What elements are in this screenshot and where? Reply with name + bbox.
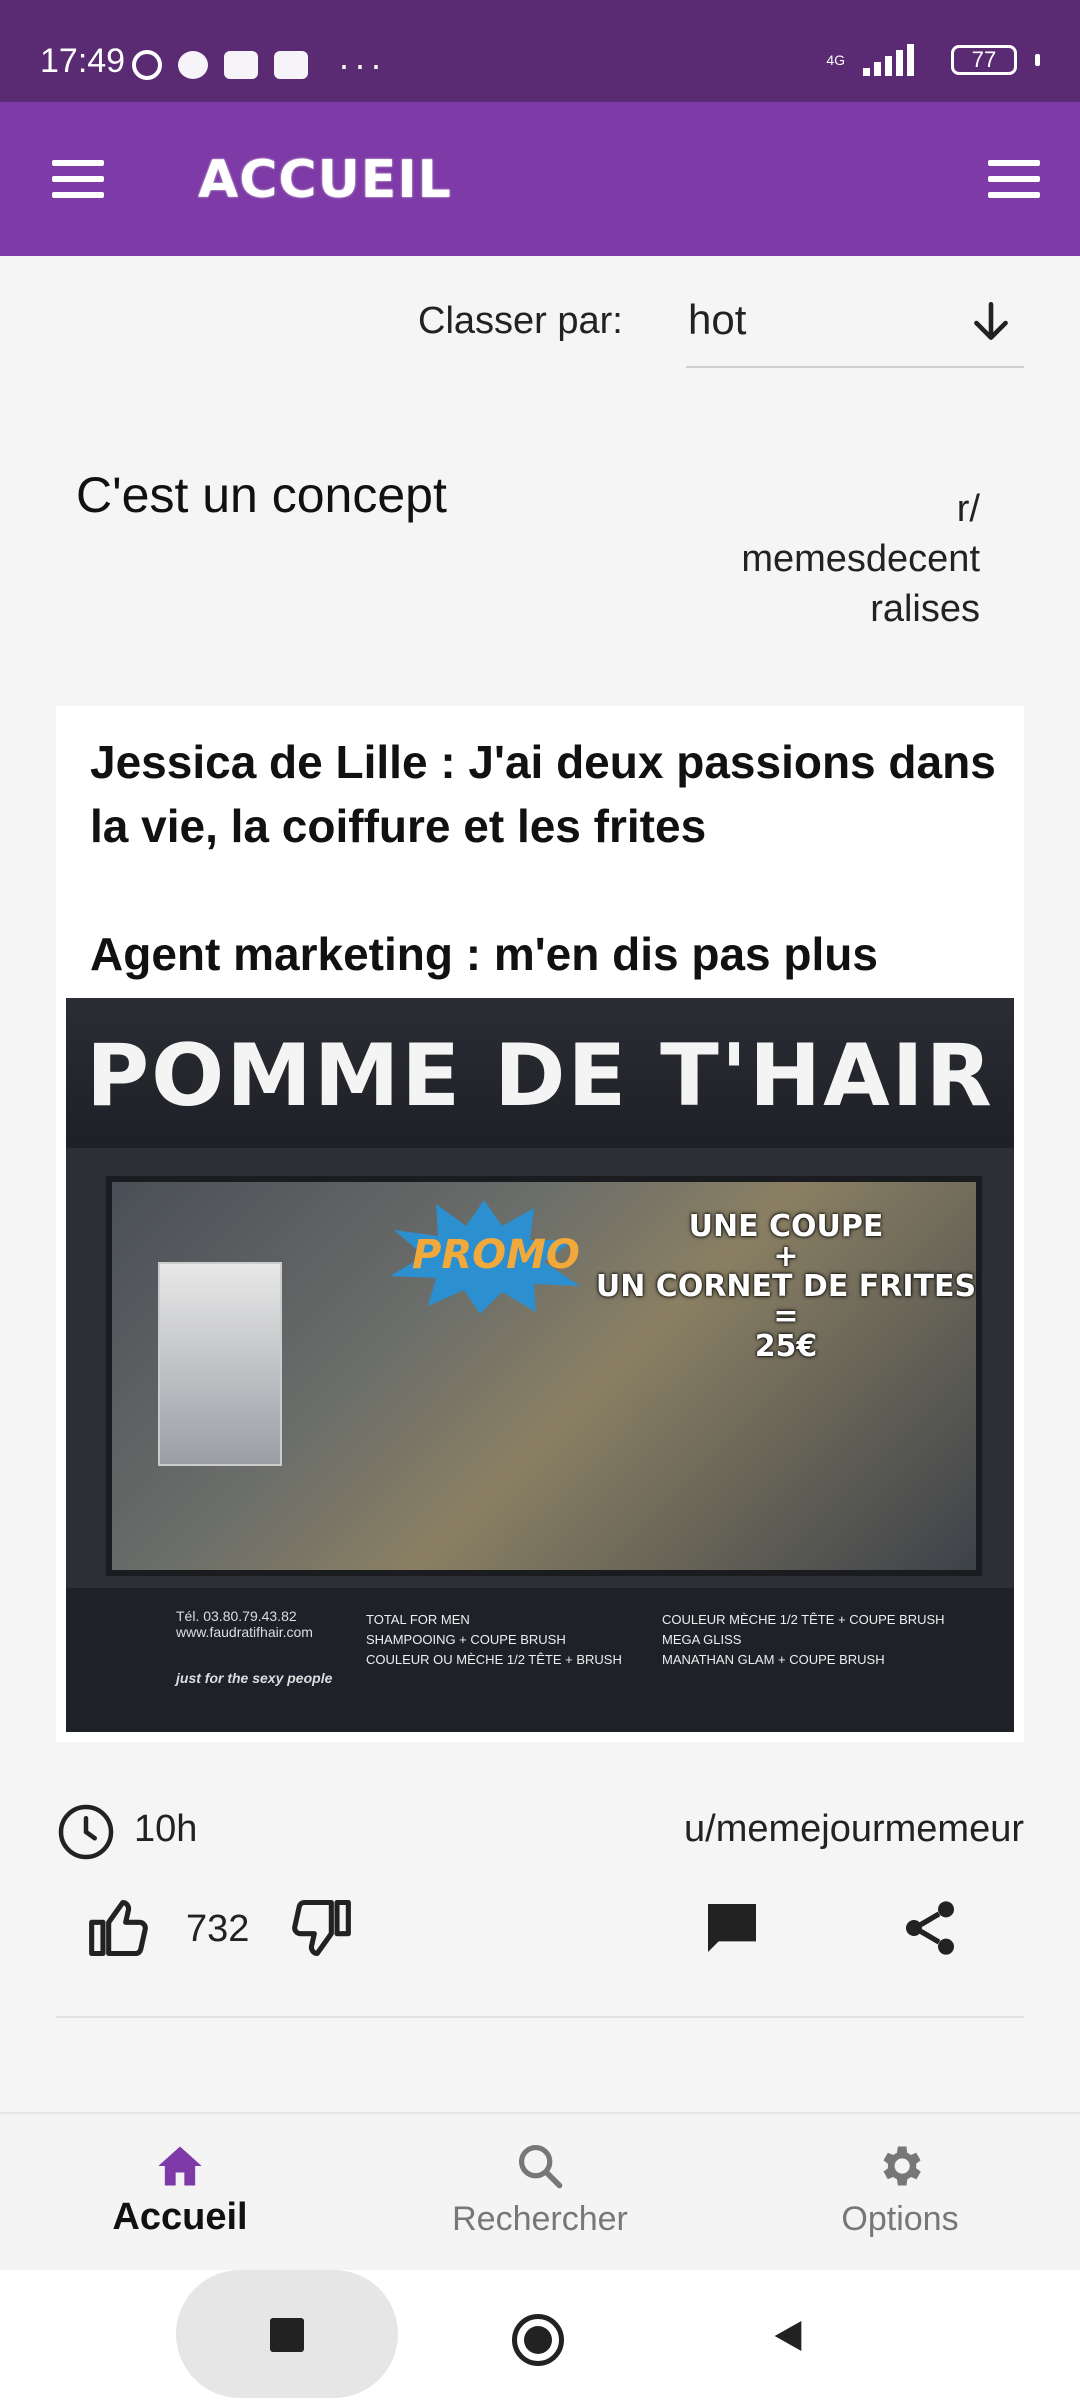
offer-text: UNE COUPE + UN CORNET DE FRITES = 25€ xyxy=(595,1209,977,1364)
thumbs-up-icon[interactable] xyxy=(86,1894,154,1962)
website: www.faudratifhair.com xyxy=(176,1624,313,1640)
circle-icon xyxy=(524,2326,552,2354)
post-divider xyxy=(56,2016,1024,2018)
app-notification-icon xyxy=(178,51,208,79)
overflow-menu-icon[interactable] xyxy=(988,160,1040,198)
sort-value: hot xyxy=(688,296,747,343)
menu-icon[interactable] xyxy=(52,160,104,198)
alarm-icon xyxy=(132,50,162,80)
post-title[interactable]: C'est un concept xyxy=(76,466,447,524)
nav-search-label: Rechercher xyxy=(452,2200,628,2238)
system-navigation-bar xyxy=(0,2270,1080,2400)
home-button[interactable] xyxy=(512,2314,564,2366)
square-icon xyxy=(270,2318,304,2352)
battery-icon: 77 xyxy=(951,45,1017,75)
services-right: COULEUR MÈCHE 1/2 TÊTE + COUPE BRUSH MEG… xyxy=(662,1612,945,1667)
status-time: 17:49 xyxy=(40,42,126,80)
phone-number: Tél. 03.80.79.43.82 xyxy=(176,1608,297,1624)
nav-options[interactable]: Options xyxy=(720,2114,1080,2272)
signal-icon xyxy=(863,44,933,76)
share-icon[interactable] xyxy=(898,1896,962,1960)
hair-poster xyxy=(158,1262,282,1466)
nav-search[interactable]: Rechercher xyxy=(360,2114,720,2272)
slogan: just for the sexy people xyxy=(176,1670,333,1686)
sort-label: Classer par: xyxy=(418,300,623,342)
nav-home[interactable]: Accueil xyxy=(0,2114,360,2272)
more-notifications-icon: ··· xyxy=(338,44,386,85)
search-icon xyxy=(518,2144,563,2189)
nav-options-label: Options xyxy=(841,2200,959,2238)
services-left: TOTAL FOR MEN SHAMPOOING + COUPE BRUSH C… xyxy=(366,1612,622,1667)
nav-home-label: Accueil xyxy=(112,2196,248,2238)
thumbs-down-icon[interactable] xyxy=(286,1894,354,1962)
post-time: 10h xyxy=(134,1808,198,1850)
battery-level: 77 xyxy=(971,47,997,72)
post-body-line: Jessica de Lille : J'ai deux passions da… xyxy=(90,736,996,852)
promo-text: PROMO xyxy=(412,1232,580,1278)
post-body-line: Agent marketing : m'en dis pas plus xyxy=(90,928,878,980)
post-image[interactable]: POMME DE T'HAIR PROMO UNE COUPE + UN COR… xyxy=(66,998,1014,1732)
contact-info: Tél. 03.80.79.43.82 www.faudratifhair.co… xyxy=(176,1608,336,1686)
vote-score: 732 xyxy=(186,1908,250,1950)
status-right: 4G 77 xyxy=(826,44,1040,76)
network-type: 4G xyxy=(826,52,845,68)
youtube-icon xyxy=(274,51,308,79)
status-bar: 17:49 ··· 4G 77 xyxy=(0,0,1080,102)
gear-icon xyxy=(883,2146,921,2186)
status-notification-icons: ··· xyxy=(132,44,386,86)
bottom-navigation: Accueil Rechercher Options xyxy=(0,2112,1080,2272)
sort-dropdown[interactable]: hot xyxy=(686,286,1024,368)
app-title: ACCUEIL xyxy=(198,150,452,210)
post-card[interactable]: Jessica de Lille : J'ai deux passions da… xyxy=(56,706,1024,1742)
arrow-down-icon xyxy=(974,301,1008,340)
app-bar: ACCUEIL xyxy=(0,102,1080,256)
back-button[interactable] xyxy=(768,2316,808,2356)
youtube-icon xyxy=(224,51,258,79)
post-author[interactable]: u/memejourmemeur xyxy=(560,1808,1024,1851)
comment-icon[interactable] xyxy=(700,1896,764,1960)
recent-apps-button[interactable] xyxy=(176,2270,398,2398)
battery-tip xyxy=(1035,54,1040,66)
clock-icon xyxy=(58,1804,114,1860)
home-icon xyxy=(158,2146,202,2186)
subreddit-link[interactable]: r/ memesdecent ralises xyxy=(680,484,980,634)
shop-name: POMME DE T'HAIR xyxy=(86,1026,994,1126)
post-body: Jessica de Lille : J'ai deux passions da… xyxy=(90,730,1000,986)
